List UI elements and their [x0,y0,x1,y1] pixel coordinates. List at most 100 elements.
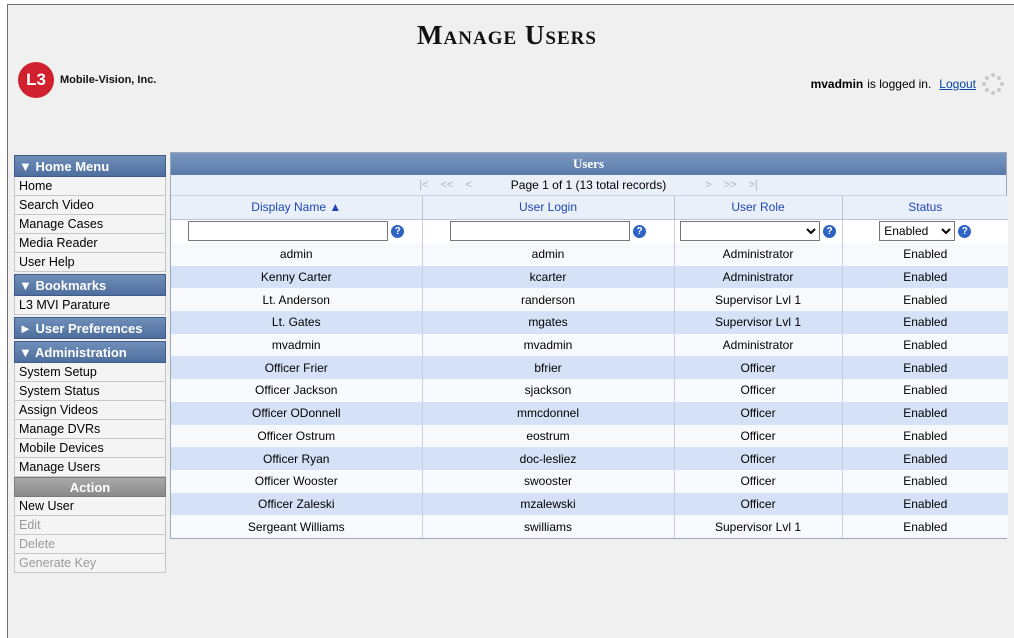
column-header-user-login[interactable]: User Login [422,196,675,220]
table-row[interactable]: Officer Zaleski mzalewski Officer Enabled [171,492,1008,516]
table-row[interactable]: Lt. Gates mgates Supervisor Lvl 1 Enabled [171,311,1008,334]
cell-user-login: swooster [422,469,675,493]
help-icon[interactable]: ? [633,224,646,238]
cell-display-name: Officer Ostrum [171,424,423,448]
users-table-body: admin admin Administrator Enabled Kenny Cart… [171,243,1008,538]
next-page-icon[interactable]: > [702,179,714,191]
cell-status: Enabled [842,333,1008,357]
cell-user-role: Officer [674,424,843,448]
display-name-filter-input[interactable] [188,221,389,242]
l3-logo-icon: L3 [18,62,54,98]
table-row[interactable]: Officer Wooster swooster Officer Enabled [171,469,1008,493]
cell-user-role: Officer [674,469,843,493]
login-status: mvadmin is logged in. Logout [811,73,1004,95]
cell-display-name: Officer ODonnell [171,401,423,425]
cell-display-name: Officer Zaleski [171,492,423,516]
user-role-filter-select[interactable] [680,221,820,242]
help-icon[interactable]: ? [958,224,972,238]
sidebar-item-home[interactable]: Home [14,177,166,196]
help-icon[interactable]: ? [391,224,405,238]
edit-button: Edit [14,516,166,535]
cell-status: Enabled [842,265,1008,289]
table-row[interactable]: Officer Jackson sjackson Officer Enabled [171,379,1008,402]
sidebar-item-media-reader[interactable]: Media Reader [14,234,166,253]
cell-user-login: sjackson [422,379,675,402]
column-header-status[interactable]: Status [842,196,1008,220]
next-ten-pages-icon[interactable]: >> [721,179,740,191]
sidebar-item-system-setup[interactable]: System Setup [14,363,166,382]
filter-cell-display-name: ? [171,219,423,243]
user-login-filter-input[interactable] [450,221,630,242]
user-preferences-header[interactable]: ► User Preferences [14,317,166,339]
sidebar-item-system-status[interactable]: System Status [14,382,166,401]
cell-user-role: Supervisor Lvl 1 [674,311,843,334]
sidebar-item-manage-users[interactable]: Manage Users [14,458,166,477]
filter-cell-user-login: ? [422,219,675,243]
filter-cell-user-role: ? [674,219,843,243]
table-row[interactable]: Kenny Carter kcarter Administrator Enabled [171,265,1008,289]
cell-display-name: Officer Jackson [171,379,423,402]
cell-display-name: Lt. Gates [171,311,423,334]
logout-link[interactable]: Logout [939,77,976,91]
cell-user-login: admin [422,243,675,266]
sidebar-item-assign-videos[interactable]: Assign Videos [14,401,166,420]
cell-user-role: Officer [674,356,843,380]
page-title: Manage Users [417,20,597,50]
cell-user-role: Officer [674,401,843,425]
home-menu-header[interactable]: ▼ Home Menu [14,155,166,177]
sidebar-item-user-help[interactable]: User Help [14,253,166,272]
cell-display-name: Officer Frier [171,356,423,380]
cell-user-role: Administrator [674,333,843,357]
sidebar-item-mobile-devices[interactable]: Mobile Devices [14,439,166,458]
sidebar-item-search-video[interactable]: Search Video [14,196,166,215]
sidebar-item-manage-dvrs[interactable]: Manage DVRs [14,420,166,439]
sidebar-item-l3-mvi-parature[interactable]: L3 MVI Parature [14,296,166,315]
company-name: Mobile-Vision, Inc. [60,74,157,86]
cell-user-login: kcarter [422,265,675,289]
cell-status: Enabled [842,447,1008,470]
prev-page-icon[interactable]: < [462,179,474,191]
cell-status: Enabled [842,356,1008,380]
help-icon[interactable]: ? [823,224,836,238]
column-header-user-role[interactable]: User Role [674,196,843,220]
sidebar-item-manage-cases[interactable]: Manage Cases [14,215,166,234]
cell-user-login: mzalewski [422,492,675,516]
table-row[interactable]: Officer Frier bfrier Officer Enabled [171,356,1008,380]
table-row[interactable]: Sergeant Williams swilliams Supervisor Lvl… [171,515,1008,538]
sidebar: ▼ Home Menu Home Search Video Manage Cas… [14,155,166,573]
table-row[interactable]: Officer Ryan doc-lesliez Officer Enabled [171,447,1008,470]
cell-status: Enabled [842,492,1008,516]
prev-ten-pages-icon[interactable]: << [437,179,456,191]
table-row[interactable]: mvadmin mvadmin Administrator Enabled [171,333,1008,357]
users-panel-title: Users [171,153,1006,175]
delete-button: Delete [14,535,166,554]
cell-user-role: Supervisor Lvl 1 [674,288,843,312]
cell-user-role: Supervisor Lvl 1 [674,515,843,538]
cell-display-name: Sergeant Williams [171,515,423,538]
bookmarks-header[interactable]: ▼ Bookmarks [14,274,166,296]
logged-user: mvadmin [810,77,864,91]
cell-user-login: randerson [422,288,675,312]
cell-user-login: doc-lesliez [422,447,675,470]
administration-header[interactable]: ▼ Administration [14,341,166,363]
table-row[interactable]: admin admin Administrator Enabled [171,243,1008,266]
cell-status: Enabled [842,424,1008,448]
cell-display-name: Officer Ryan [171,447,423,470]
column-header-display-name[interactable]: Display Name ▲ [171,196,423,220]
table-row[interactable]: Lt. Anderson randerson Supervisor Lvl 1 Ena… [171,288,1008,312]
cell-status: Enabled [842,515,1008,538]
new-user-button[interactable]: New User [14,497,166,516]
table-row[interactable]: Officer Ostrum eostrum Officer Enabled [171,424,1008,448]
cell-status: Enabled [842,288,1008,312]
first-page-icon[interactable]: |< [416,179,431,191]
cell-status: Enabled [842,469,1008,493]
cell-user-login: mmcdonnel [422,401,675,425]
pager-text: Page 1 of 1 (13 total records) [510,178,667,192]
cell-user-login: swilliams [422,515,675,538]
status-filter-select[interactable]: Enabled [879,221,956,242]
cell-display-name: Lt. Anderson [171,288,423,312]
cell-display-name: admin [171,243,423,266]
cell-display-name: mvadmin [171,333,423,357]
table-row[interactable]: Officer ODonnell mmcdonnel Officer Enabled [171,401,1008,425]
last-page-icon[interactable]: >| [746,179,761,191]
